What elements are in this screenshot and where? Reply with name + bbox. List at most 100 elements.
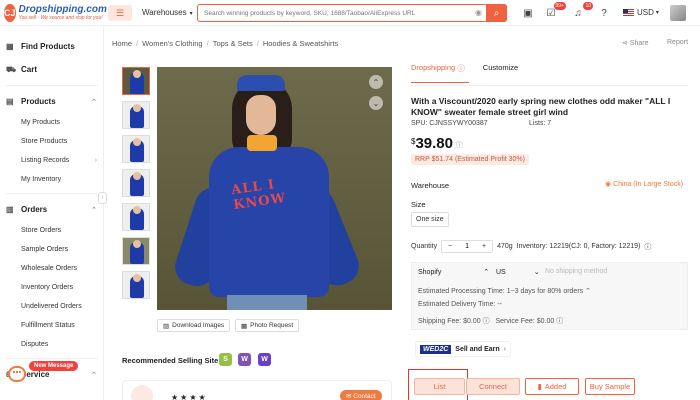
thumbnail[interactable]	[122, 271, 150, 299]
contact-label: Contact	[353, 393, 376, 400]
size-option[interactable]: One size	[411, 212, 449, 227]
buy-sample-button[interactable]: Buy Sample	[585, 378, 635, 395]
quantity-row: Quantity − + 470g Inventory: 12219(CJ: 0…	[411, 240, 651, 253]
thumbnail[interactable]	[122, 237, 150, 265]
list-button[interactable]: List	[414, 378, 465, 395]
quantity-input[interactable]	[458, 243, 477, 250]
sidebar-item-store-orders[interactable]: Store Orders	[0, 221, 103, 240]
cart-icon[interactable]: ☑ 99+	[544, 2, 566, 20]
logo[interactable]: CJ Dropshipping.com You sell · We source…	[4, 3, 107, 23]
photo-request-button[interactable]: ▩ Photo Request	[235, 319, 300, 332]
country-select[interactable]: US ⌄	[496, 268, 540, 276]
help-icon[interactable]: ⓘ	[457, 63, 465, 74]
breadcrumb-subcategory[interactable]: Tops & Sets	[213, 39, 253, 48]
report-button[interactable]: Report	[667, 39, 688, 46]
wix-icon[interactable]: W	[258, 353, 271, 366]
tab-dropshipping[interactable]: Dropshipping ⓘ	[411, 63, 469, 83]
download-images-label: Download Images	[172, 322, 225, 329]
search-icon[interactable]: ⌕	[486, 4, 507, 22]
sidebar-item-disputes[interactable]: Disputes	[0, 335, 103, 354]
chevron-up-icon[interactable]: ⌃	[585, 288, 591, 295]
processing-time: Estimated Processing Time: 1~3 days for …	[418, 287, 591, 295]
bell-icon[interactable]: ♫ 10	[571, 2, 593, 20]
connect-button[interactable]: Connect	[466, 378, 520, 395]
currency-selector[interactable]: USD ▾	[623, 8, 659, 17]
sidebar-item-cart[interactable]: ⛟ Cart	[0, 58, 103, 81]
added-button[interactable]: ▮ Added	[525, 378, 579, 395]
sidebar-item-products[interactable]: ▤ Products ⌃	[0, 90, 103, 113]
processing-time-text: Estimated Processing Time: 1~3 days for …	[418, 288, 584, 295]
photo-request-label: Photo Request	[250, 322, 294, 329]
tab-customize[interactable]: Customize	[483, 63, 522, 83]
thumbnail[interactable]	[122, 203, 150, 231]
currency-label: USD	[637, 8, 654, 17]
new-message-badge[interactable]: New Message	[29, 361, 79, 371]
thumbnail[interactable]	[122, 135, 150, 163]
camera-icon: ▩	[241, 322, 248, 330]
chat-robot-icon[interactable]	[4, 362, 32, 386]
collapse-sidebar-icon[interactable]: ‹	[98, 192, 107, 204]
share-label: Share	[629, 40, 649, 47]
search-bar: ◉ ⌕	[197, 4, 507, 22]
search-input[interactable]	[198, 9, 468, 17]
help-icon[interactable]: ⓘ	[644, 242, 651, 252]
d2c-sell-and-earn-button[interactable]: WED2C Sell and Earn ›	[415, 341, 511, 357]
warehouse-value[interactable]: ◉ China (In Large Stock)	[605, 180, 683, 188]
sidebar-item-my-products[interactable]: My Products	[0, 113, 103, 132]
menu-icon[interactable]: ☰	[108, 5, 132, 21]
warehouses-dropdown[interactable]: Warehouses ▾	[142, 8, 193, 17]
share-button[interactable]: ⋖ Share	[622, 39, 649, 47]
grid-icon: ▦	[6, 42, 14, 51]
chevron-down-icon[interactable]: ⌄	[369, 96, 383, 110]
cart-icon: ⛟	[6, 64, 17, 74]
shopify-icon[interactable]: S	[219, 353, 232, 366]
notification-badge: 10	[583, 2, 593, 10]
woocommerce-icon[interactable]: W	[238, 353, 251, 366]
camera-icon[interactable]: ◉	[475, 8, 482, 17]
product-tabs: Dropshipping ⓘ Customize	[411, 63, 536, 83]
sidebar-item-orders[interactable]: ▥ Orders ⌃	[0, 198, 103, 221]
sidebar-item-find-products[interactable]: ▦ Find Products	[0, 35, 103, 58]
help-icon[interactable]: ⓘ	[456, 140, 463, 150]
logo-mark: CJ	[4, 4, 16, 22]
we-d2c-logo: WED2C	[420, 344, 452, 354]
thumbnail[interactable]	[122, 169, 150, 197]
sidebar-item-sample-orders[interactable]: Sample Orders	[0, 240, 103, 259]
plus-icon[interactable]: +	[476, 243, 492, 250]
product-title: With a Viscount/2020 early spring new cl…	[411, 96, 671, 117]
video-icon[interactable]: ▣	[521, 6, 535, 20]
help-icon[interactable]: ⓘ	[483, 318, 490, 325]
chevron-down-icon: ▾	[655, 10, 659, 16]
we-d2c-logo-we: WE	[423, 345, 435, 353]
chevron-right-icon: ›	[94, 157, 97, 164]
sidebar-item-wholesale-orders[interactable]: Wholesale Orders	[0, 259, 103, 278]
help-icon[interactable]: ⓘ	[556, 318, 563, 325]
sidebar-item-listing-records[interactable]: Listing Records ›	[0, 151, 103, 170]
platform-value: Shopify	[418, 269, 442, 276]
download-images-button[interactable]: ▨ Download Images	[157, 319, 231, 332]
d2c-label: Sell and Earn	[455, 345, 500, 353]
we-d2c-logo-d2c: D2C	[434, 345, 449, 353]
main-product-image[interactable]: ALL I KNOW	[157, 67, 392, 310]
shipping-method-select[interactable]: No shipping method	[545, 268, 607, 275]
thumbnail[interactable]	[122, 67, 150, 95]
minus-icon[interactable]: −	[442, 243, 458, 250]
avatar[interactable]	[670, 5, 686, 21]
sidebar-item-inventory-orders[interactable]: Inventory Orders	[0, 278, 103, 297]
sidebar-label: Find Products	[21, 42, 75, 51]
sidebar-item-undelivered-orders[interactable]: Undelivered Orders	[0, 297, 103, 316]
contact-button[interactable]: ✉ Contact	[340, 390, 382, 400]
help-icon[interactable]: ?	[597, 6, 611, 20]
breadcrumb-current[interactable]: Hoodies & Sweatshirts	[263, 39, 338, 48]
platform-select[interactable]: Shopify ⌃	[418, 268, 489, 276]
breadcrumb-category[interactable]: Women's Clothing	[142, 39, 203, 48]
sidebar-item-fulfillment-status[interactable]: Fulfillment Status	[0, 316, 103, 335]
chevron-up-icon[interactable]: ⌃	[369, 75, 383, 89]
thumbnail[interactable]	[122, 101, 150, 129]
sidebar-item-store-products[interactable]: Store Products	[0, 132, 103, 151]
sidebar-item-my-inventory[interactable]: My Inventory	[0, 170, 103, 189]
breadcrumb-home[interactable]: Home	[112, 39, 132, 48]
logo-text: Dropshipping.com You sell · We source an…	[19, 5, 107, 21]
weight: 470g	[497, 243, 513, 250]
price: $ 39.80 ⓘ	[411, 135, 463, 152]
